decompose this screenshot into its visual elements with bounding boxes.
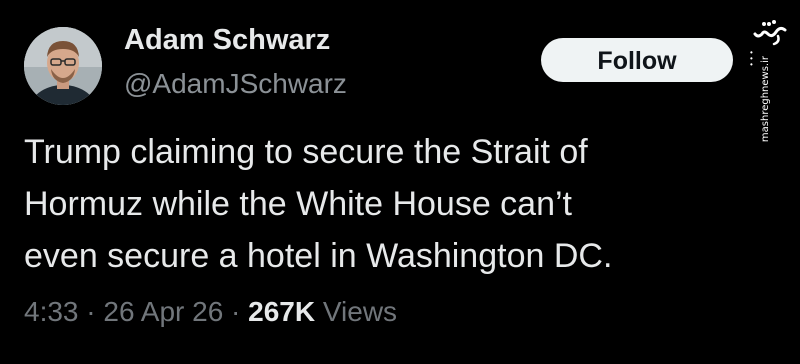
tweet-date[interactable]: 26 Apr 26 xyxy=(103,296,223,327)
tweet-time[interactable]: 4:33 xyxy=(24,296,79,327)
tweet-text: Trump claiming to secure the Strait of H… xyxy=(24,126,744,282)
tweet-card: Adam Schwarz @AdamJSchwarz Follow Trump … xyxy=(0,0,800,364)
author-handle[interactable]: @AdamJSchwarz xyxy=(124,68,347,100)
watermark-site-text: mashreghnews.ir xyxy=(760,56,771,143)
tweet-text-line: even secure a hotel in Washington DC. xyxy=(24,237,613,275)
views-label: Views xyxy=(322,296,398,327)
mashregh-logo-icon xyxy=(753,20,787,46)
meta-separator: · xyxy=(86,296,96,327)
views-count: 267K xyxy=(248,296,316,327)
watermark: • • • mashreghnews.ir xyxy=(748,10,792,142)
avatar[interactable] xyxy=(24,27,102,105)
author-display-name[interactable]: Adam Schwarz xyxy=(124,24,330,57)
avatar-photo xyxy=(24,27,102,105)
watermark-dots-icon: • • • xyxy=(750,48,753,69)
follow-button[interactable]: Follow xyxy=(541,38,733,82)
tweet-text-line: Trump claiming to secure the Strait of xyxy=(24,133,588,171)
tweet-text-line: Hormuz while the White House can’t xyxy=(24,185,573,223)
tweet-meta: 4:33 · 26 Apr 26 · 267K Views xyxy=(24,296,397,328)
meta-separator: · xyxy=(231,296,241,327)
